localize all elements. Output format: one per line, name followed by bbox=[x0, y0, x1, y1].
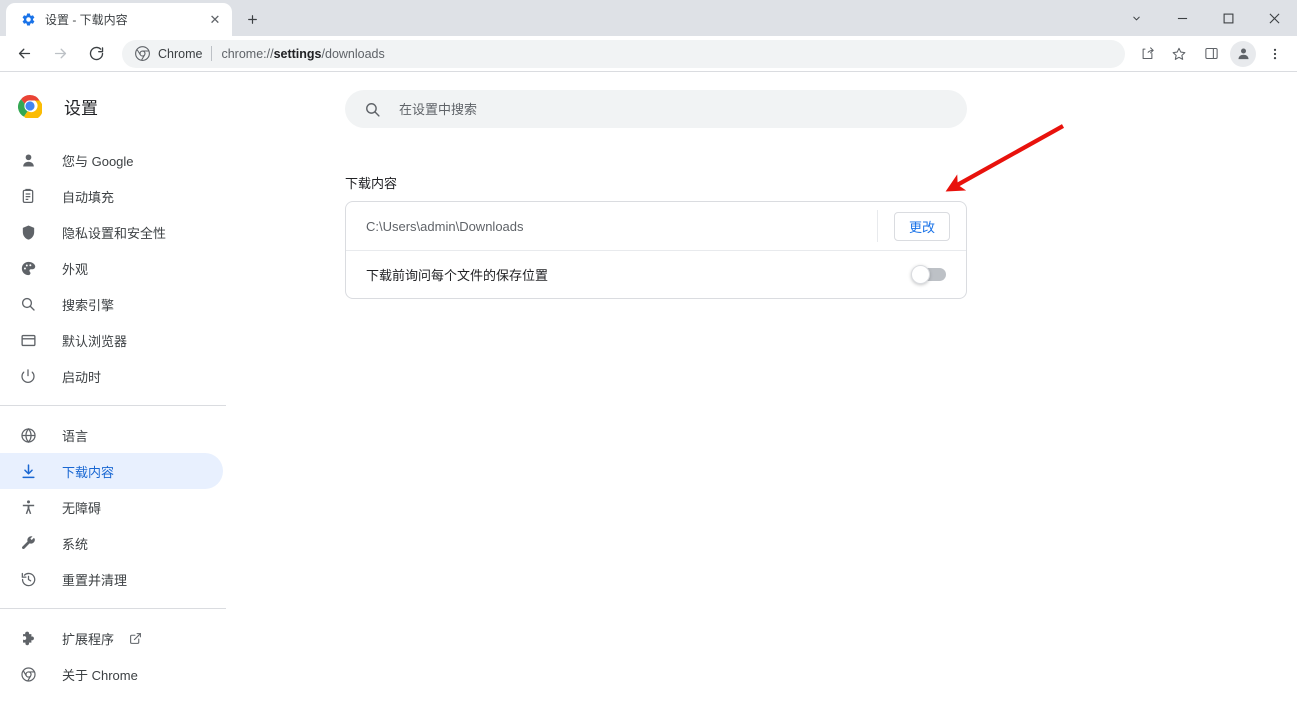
person-icon bbox=[18, 150, 38, 170]
minimize-button[interactable] bbox=[1159, 2, 1205, 34]
sidebar-item-label: 搜索引擎 bbox=[62, 297, 115, 313]
security-chip-label: Chrome bbox=[158, 46, 203, 61]
download-path-text: C:\Users\admin\Downloads bbox=[366, 218, 524, 234]
sidebar-item-label: 您与 Google bbox=[62, 153, 134, 169]
search-settings-bar[interactable] bbox=[345, 90, 967, 128]
sidebar-item-label: 系统 bbox=[62, 536, 89, 552]
shield-icon bbox=[18, 222, 38, 242]
ask-save-location-toggle[interactable] bbox=[911, 265, 946, 284]
url-bold-part: settings bbox=[273, 46, 322, 61]
sidebar-divider bbox=[0, 405, 226, 406]
three-dot-menu-icon[interactable] bbox=[1262, 41, 1288, 67]
change-button[interactable]: 更改 bbox=[893, 211, 950, 241]
browser-window: 设置 - 下载内容 ✕ Chrome chrome://settings/dow… bbox=[0, 0, 1297, 720]
sidebar-item-label: 启动时 bbox=[62, 369, 102, 385]
sidebar-item-about-chrome[interactable]: 关于 Chrome bbox=[0, 656, 223, 692]
sidebar-item-languages[interactable]: 语言 bbox=[0, 417, 223, 453]
bookmark-star-icon[interactable] bbox=[1166, 41, 1192, 67]
browser-toolbar: Chrome chrome://settings/downloads bbox=[0, 36, 1297, 72]
palette-icon bbox=[18, 258, 38, 278]
sidebar-item-label: 隐私设置和安全性 bbox=[62, 225, 167, 241]
sidebar-item-label: 关于 Chrome bbox=[62, 667, 138, 683]
sidebar-item-appearance[interactable]: 外观 bbox=[0, 250, 223, 286]
ask-save-location-row: 下载前询问每个文件的保存位置 bbox=[346, 250, 966, 298]
new-tab-button[interactable] bbox=[238, 5, 266, 33]
clipboard-icon bbox=[18, 186, 38, 206]
sidebar-divider-bottom bbox=[0, 608, 226, 609]
section-heading-downloads: 下载内容 bbox=[345, 176, 398, 191]
ask-save-location-label: 下载前询问每个文件的保存位置 bbox=[366, 268, 549, 283]
sidebar-item-label: 自动填充 bbox=[62, 189, 115, 205]
url-prefix: chrome:// bbox=[221, 46, 274, 61]
sidebar-group-footer: 扩展程序 关于 Chrome bbox=[0, 620, 225, 692]
ask-save-location-toggle-wrap bbox=[894, 265, 966, 284]
url-text: chrome://settings/downloads bbox=[221, 47, 384, 61]
downloads-settings-card: C:\Users\admin\Downloads 更改 下载前询问每个文件的保存… bbox=[345, 201, 967, 299]
search-icon bbox=[363, 100, 381, 118]
sidebar-item-default-browser[interactable]: 默认浏览器 bbox=[0, 322, 223, 358]
window-controls bbox=[1113, 0, 1297, 36]
tab-title: 设置 - 下载内容 bbox=[45, 13, 128, 27]
history-restore-icon bbox=[18, 569, 38, 589]
chrome-logo-icon bbox=[18, 664, 38, 684]
chrome-logo-icon bbox=[134, 46, 150, 62]
sidebar-item-reset-cleanup[interactable]: 重置并清理 bbox=[0, 561, 223, 597]
sidebar-item-label: 下载内容 bbox=[62, 464, 115, 480]
settings-sidebar: 设置 您与 Google 自动填充 隐私设置和安全性 外观 搜索引擎 默认浏览器… bbox=[0, 72, 226, 719]
address-bar[interactable]: Chrome chrome://settings/downloads bbox=[122, 39, 1125, 68]
change-location-action: 更改 bbox=[878, 211, 966, 241]
browser-tab[interactable]: 设置 - 下载内容 ✕ bbox=[6, 3, 232, 36]
sidebar-item-label: 重置并清理 bbox=[62, 572, 128, 588]
sidebar-item-you-and-google[interactable]: 您与 Google bbox=[0, 142, 223, 178]
sidebar-item-accessibility[interactable]: 无障碍 bbox=[0, 489, 223, 525]
sidebar-group-primary: 您与 Google 自动填充 隐私设置和安全性 外观 搜索引擎 默认浏览器 启动… bbox=[0, 142, 225, 394]
sidebar-item-label: 语言 bbox=[62, 428, 89, 444]
sidebar-item-downloads[interactable]: 下载内容 bbox=[0, 453, 223, 489]
search-icon bbox=[18, 294, 38, 314]
maximize-button[interactable] bbox=[1205, 2, 1251, 34]
sidebar-item-search-engine[interactable]: 搜索引擎 bbox=[0, 286, 223, 322]
page-title: 设置 bbox=[64, 98, 98, 118]
tab-strip: 设置 - 下载内容 ✕ bbox=[0, 0, 1297, 36]
tab-search-button[interactable] bbox=[1113, 2, 1159, 34]
puzzle-icon bbox=[18, 628, 38, 648]
omnibox-divider bbox=[211, 46, 213, 61]
sidebar-item-on-startup[interactable]: 启动时 bbox=[0, 358, 223, 394]
sidebar-item-privacy-security[interactable]: 隐私设置和安全性 bbox=[0, 214, 223, 250]
side-panel-icon[interactable] bbox=[1198, 41, 1224, 67]
sidebar-group-secondary: 语言 下载内容 无障碍 系统 重置并清理 bbox=[0, 417, 225, 597]
power-icon bbox=[18, 366, 38, 386]
sidebar-item-system[interactable]: 系统 bbox=[0, 525, 223, 561]
forward-button bbox=[46, 40, 74, 68]
reload-button[interactable] bbox=[82, 40, 110, 68]
toggle-knob bbox=[911, 265, 930, 284]
profile-avatar-icon[interactable] bbox=[1230, 40, 1256, 67]
settings-brand: 设置 bbox=[0, 86, 225, 126]
browser-window-icon bbox=[18, 330, 38, 350]
chrome-logo-icon bbox=[17, 94, 43, 120]
external-link-icon[interactable] bbox=[128, 631, 142, 645]
close-window-button[interactable] bbox=[1251, 2, 1297, 34]
settings-page: 设置 您与 Google 自动填充 隐私设置和安全性 外观 搜索引擎 默认浏览器… bbox=[0, 72, 1297, 719]
sidebar-item-label: 默认浏览器 bbox=[62, 333, 128, 349]
gear-icon bbox=[20, 12, 36, 28]
globe-icon bbox=[18, 425, 38, 445]
wrench-icon bbox=[18, 533, 38, 553]
sidebar-item-autofill[interactable]: 自动填充 bbox=[0, 178, 223, 214]
download-location-row: C:\Users\admin\Downloads 更改 bbox=[346, 202, 966, 250]
search-input[interactable] bbox=[399, 101, 949, 117]
sidebar-item-label: 无障碍 bbox=[62, 500, 102, 516]
sidebar-item-extensions[interactable]: 扩展程序 bbox=[0, 620, 223, 656]
close-icon[interactable]: ✕ bbox=[206, 11, 224, 29]
back-button[interactable] bbox=[10, 40, 38, 68]
download-icon bbox=[18, 461, 38, 481]
url-suffix: /downloads bbox=[321, 46, 385, 61]
accessibility-icon bbox=[18, 497, 38, 517]
sidebar-item-label: 外观 bbox=[62, 261, 89, 277]
settings-content: 下载内容 C:\Users\admin\Downloads 更改 下载前询问每个… bbox=[226, 72, 1297, 719]
share-icon[interactable] bbox=[1134, 41, 1160, 67]
sidebar-item-label: 扩展程序 bbox=[62, 631, 115, 647]
